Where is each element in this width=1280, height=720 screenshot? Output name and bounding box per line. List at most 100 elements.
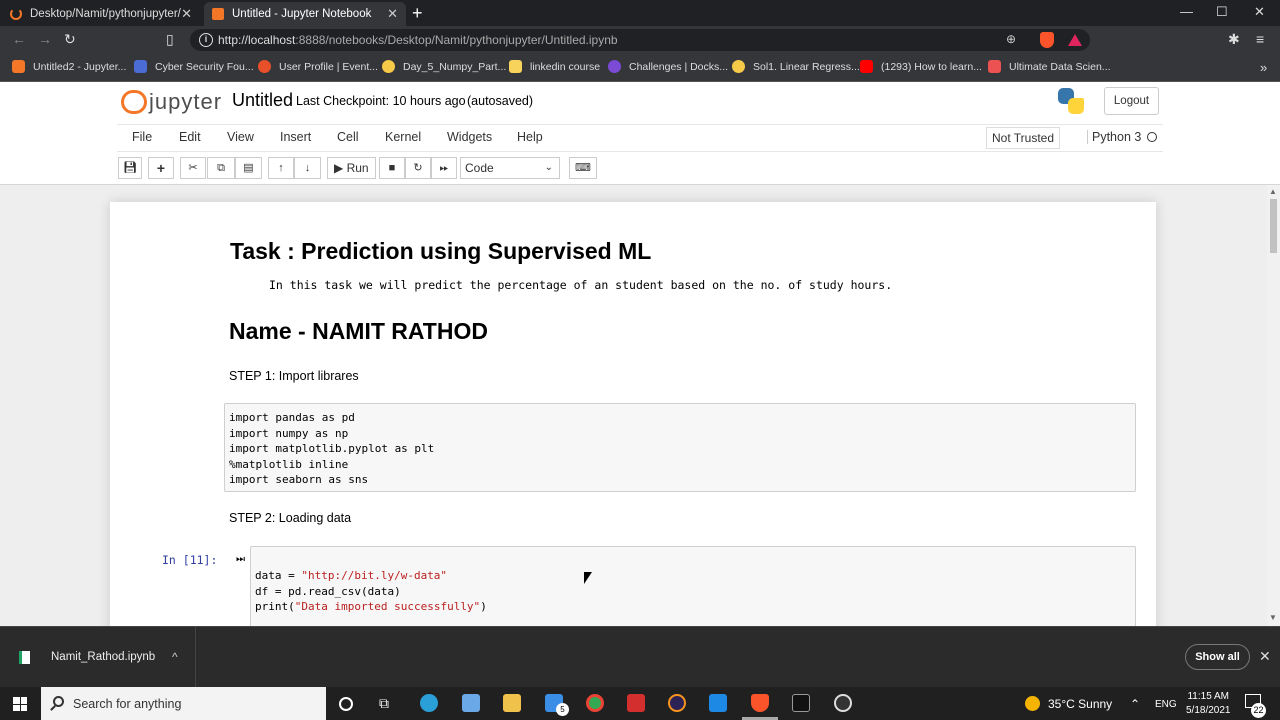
page-scrollbar[interactable]: ▲ ▼ [1267, 185, 1280, 626]
minimize-icon[interactable]: — [1180, 4, 1193, 19]
code-cell-load-data[interactable]: data = "http://bit.ly/w-data" df = pd.rea… [250, 546, 1136, 626]
bookmark-item[interactable]: linkedin course [509, 60, 600, 73]
move-down-icon[interactable]: ↓ [294, 157, 321, 179]
brave-icon[interactable] [751, 694, 769, 712]
notebook-name[interactable]: Untitled [232, 90, 293, 111]
more-bookmarks-icon[interactable]: » [1260, 60, 1267, 75]
browser-menu-icon[interactable]: ≡ [1256, 31, 1264, 47]
zoom-icon[interactable]: ⊕ [1006, 32, 1016, 46]
menu-help[interactable]: Help [517, 130, 543, 144]
run-button[interactable]: ▶ Run [327, 157, 376, 179]
bookmark-item[interactable]: (1293) How to learn... [860, 60, 982, 73]
notification-count: 22 [1251, 703, 1266, 718]
code-line: df = pd.read_csv(data) [255, 584, 401, 598]
run-cell-icon[interactable]: ⏭ [236, 554, 245, 565]
bookmark-item[interactable]: Cyber Security Fou... [134, 60, 254, 73]
url-text: http://localhost:8888/notebooks/Desktop/… [218, 33, 618, 47]
taskbar-search-box[interactable]: Search for anything [41, 687, 326, 720]
task-view-icon[interactable]: ⧉ [379, 695, 397, 713]
forward-icon[interactable]: → [38, 31, 52, 47]
extensions-icon[interactable]: ✱ [1228, 31, 1240, 48]
reload-icon[interactable]: ↻ [64, 31, 76, 48]
input-prompt: In [11]: [162, 553, 218, 567]
close-tab-icon[interactable]: ✕ [181, 6, 192, 22]
brave-rewards-icon[interactable] [1068, 34, 1082, 46]
url-field[interactable]: i http://localhost:8888/notebooks/Deskto… [190, 29, 1090, 51]
edge-icon[interactable] [420, 694, 438, 712]
bookmark-item[interactable]: Sol1. Linear Regress... [732, 60, 860, 73]
bookmark-icon[interactable]: ▯ [166, 31, 174, 48]
pdf-reader-icon[interactable] [627, 694, 645, 712]
eclipse-icon[interactable] [668, 694, 686, 712]
weather-text[interactable]: 35°C Sunny [1048, 697, 1112, 711]
window-close-icon[interactable]: ✕ [1254, 4, 1265, 20]
chevron-up-icon[interactable]: ^ [172, 650, 178, 664]
site-info-icon[interactable]: i [199, 33, 213, 47]
menu-cell[interactable]: Cell [337, 130, 359, 144]
mouse-cursor-icon [584, 572, 592, 584]
copy-icon[interactable]: ⧉ [207, 157, 235, 179]
show-all-button[interactable]: Show all [1185, 644, 1250, 670]
close-tab-icon[interactable]: ✕ [387, 6, 398, 22]
brave-shield-icon[interactable] [1040, 32, 1054, 48]
menu-kernel[interactable]: Kernel [385, 130, 421, 144]
language-indicator[interactable]: ENG [1155, 699, 1177, 710]
cell-type-select[interactable]: Code ⌄ [460, 157, 560, 179]
logout-button[interactable]: Logout [1104, 87, 1159, 115]
scrollbar-thumb[interactable] [1270, 199, 1277, 253]
bookmark-item[interactable]: Challenges | Docks... [608, 60, 728, 73]
chrome-icon[interactable] [586, 694, 604, 712]
paste-icon[interactable]: ▤ [235, 157, 262, 179]
jupyter-logo[interactable]: jupyter [121, 89, 222, 115]
download-item[interactable]: Namit_Rathod.ipynb ^ [0, 627, 196, 687]
save-icon[interactable]: 💾︎ [118, 157, 142, 179]
maximize-icon[interactable]: ☐ [1216, 4, 1228, 20]
menu-widgets[interactable]: Widgets [447, 130, 492, 144]
this-pc-icon[interactable] [462, 694, 480, 712]
tab-label: Untitled - Jupyter Notebook [232, 8, 372, 20]
scroll-up-icon[interactable]: ▲ [1269, 187, 1277, 196]
notebook-favicon-icon [212, 8, 224, 20]
clock-date: 5/18/2021 [1186, 705, 1231, 716]
tray-chevron-icon[interactable]: ⌃ [1130, 697, 1140, 711]
move-up-icon[interactable]: ↑ [268, 157, 294, 179]
menu-insert[interactable]: Insert [280, 130, 311, 144]
menu-view[interactable]: View [227, 130, 254, 144]
file-explorer-icon[interactable] [503, 694, 521, 712]
windows-start-icon[interactable] [13, 697, 27, 711]
windows-taskbar: Search for anything ⧉ 5 35°C Sunny ⌃ ENG… [0, 687, 1280, 720]
command-palette-icon[interactable]: ⌨ [569, 157, 597, 179]
search-placeholder: Search for anything [73, 697, 182, 711]
bookmark-item[interactable]: Day_5_Numpy_Part... [382, 60, 506, 73]
tab-untitled-notebook[interactable]: Untitled - Jupyter Notebook ✕ [204, 2, 406, 26]
notebook-container: Task : Prediction using Supervised ML In… [110, 202, 1156, 626]
tab-desktop-folder[interactable]: Desktop/Namit/pythonjupyter/ ✕ [0, 2, 200, 26]
close-shelf-icon[interactable]: ✕ [1259, 648, 1271, 665]
interrupt-icon[interactable]: ■ [379, 157, 405, 179]
cut-icon[interactable]: ✂ [180, 157, 206, 179]
download-filename: Namit_Rathod.ipynb [51, 651, 156, 663]
cortana-icon[interactable] [339, 697, 353, 711]
scroll-down-icon[interactable]: ▼ [1269, 613, 1277, 622]
insert-cell-icon[interactable]: + [148, 157, 174, 179]
sun-weather-icon [1025, 696, 1040, 711]
restart-icon[interactable]: ↻ [405, 157, 431, 179]
new-tab-icon[interactable]: + [412, 3, 423, 24]
code-cell-imports[interactable]: import pandas as pd import numpy as np imp… [224, 403, 1136, 492]
code-line: import matplotlib.pyplot as plt [229, 442, 435, 455]
tab-label: Desktop/Namit/pythonjupyter/ [30, 8, 181, 20]
back-icon[interactable]: ← [12, 31, 26, 47]
obs-icon[interactable] [834, 694, 852, 712]
menu-file[interactable]: File [132, 130, 152, 144]
vscode-icon[interactable] [709, 694, 727, 712]
bookmark-item[interactable]: User Profile | Event... [258, 60, 378, 73]
taskbar-clock[interactable]: 11:15 AM 5/18/2021 [1186, 690, 1231, 718]
restart-run-all-icon[interactable]: ⏩︎ [431, 157, 457, 179]
run-icon: ▶ [334, 161, 347, 175]
menu-edit[interactable]: Edit [179, 130, 201, 144]
terminal-icon[interactable] [792, 694, 810, 712]
jupyter-logo-icon [121, 90, 147, 114]
bookmark-item[interactable]: Ultimate Data Scien... [988, 60, 1111, 73]
bookmark-item[interactable]: Untitled2 - Jupyter... [12, 60, 126, 73]
trust-button[interactable]: Not Trusted [986, 127, 1061, 149]
